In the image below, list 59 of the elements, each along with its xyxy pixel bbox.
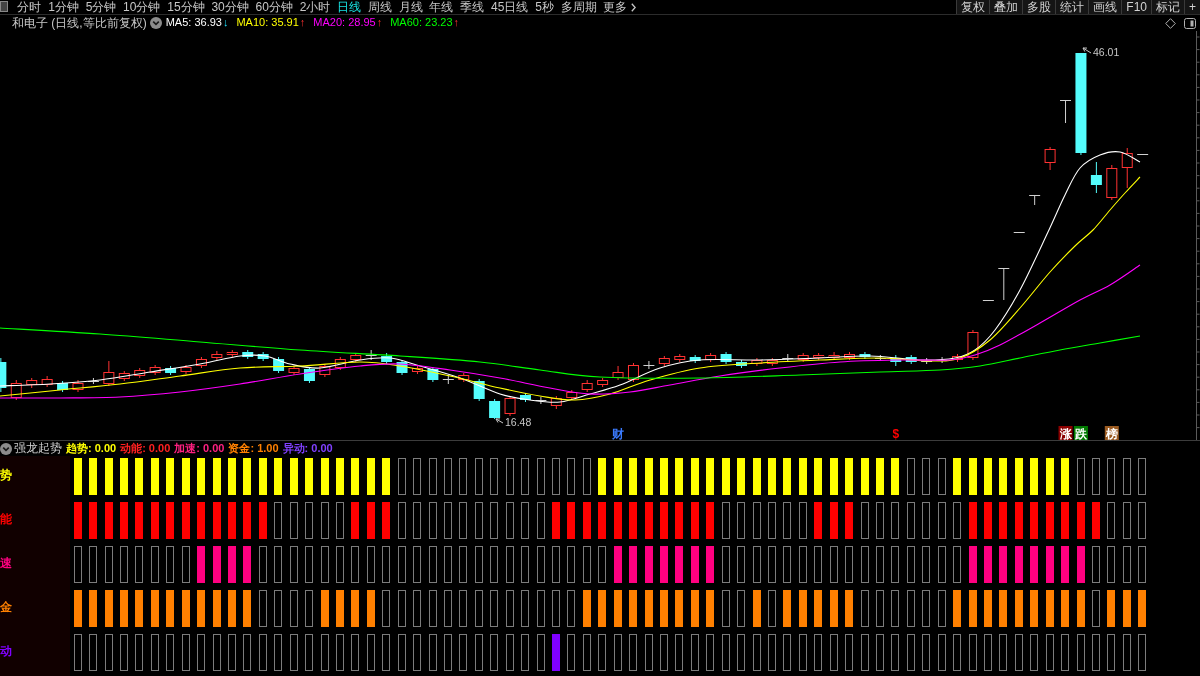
legend-value: 资金: 1.00 — [228, 441, 279, 456]
toolbar-button[interactable]: 统计 — [1055, 0, 1089, 14]
period-tab[interactable]: 年线 — [426, 0, 457, 14]
period-tab[interactable]: 季线 — [456, 0, 488, 14]
period-tab[interactable]: 10分钟 — [119, 0, 164, 14]
period-tab[interactable]: 2小时 — [296, 0, 334, 14]
row-label: 势 — [0, 467, 12, 483]
diamond-icon[interactable] — [1165, 17, 1176, 29]
event-marker: 跌 — [1073, 426, 1088, 440]
toolbar-button[interactable]: 多股 — [1022, 0, 1056, 14]
period-tab[interactable]: 周线 — [364, 0, 396, 14]
leader-arrow — [495, 418, 504, 424]
leader-arrow — [1082, 47, 1092, 54]
toolbar-button[interactable]: 叠加 — [989, 0, 1023, 14]
event-marker: 涨 — [1058, 426, 1073, 440]
period-tab[interactable]: 日线 — [333, 0, 365, 14]
trend-arrow: ↑ — [299, 16, 306, 30]
price-label: 16.48 — [505, 416, 532, 428]
square-icon[interactable] — [0, 1, 8, 12]
period-tab[interactable]: 月线 — [395, 0, 427, 14]
period-tab[interactable]: 5秒 — [531, 0, 558, 14]
indicator-title: 强龙起势 — [14, 441, 62, 456]
panel-icon[interactable] — [1184, 17, 1196, 29]
row-label: 金 — [0, 599, 12, 615]
chevron-circle-icon[interactable] — [0, 442, 12, 455]
event-marker: 财 — [612, 427, 625, 440]
trend-arrow: ↑ — [453, 16, 460, 30]
price-label: 46.01 — [1093, 46, 1120, 58]
row-label: 动 — [0, 643, 12, 659]
trend-arrow: ↓ — [222, 16, 229, 30]
period-tab[interactable]: 45日线 — [487, 0, 532, 14]
toolbar-button[interactable]: F10 — [1121, 0, 1151, 14]
legend-value: 加速: 0.00 — [174, 441, 225, 456]
period-tab[interactable]: 1分钟 — [44, 0, 83, 14]
toolbar-button[interactable]: 标记 — [1151, 0, 1184, 14]
period-tab[interactable]: 多周期 — [557, 0, 601, 14]
period-tab[interactable]: 15分钟 — [163, 0, 208, 14]
event-marker: $ — [892, 427, 900, 440]
moving-average-value: MA5: 36.93 — [165, 16, 222, 30]
legend-value: 动能: 0.00 — [120, 441, 171, 456]
trend-arrow: ↑ — [376, 16, 383, 30]
event-marker: 榜 — [1104, 426, 1119, 440]
period-tab[interactable]: 分时 — [14, 0, 45, 14]
legend-value: 趋势: 0.00 — [66, 441, 117, 456]
moving-average-value: MA60: 23.23 — [390, 16, 453, 30]
period-tab[interactable]: 更多 — [600, 0, 640, 14]
toolbar-button[interactable]: 复权 — [956, 0, 990, 14]
toolbar-button[interactable]: 画线 — [1088, 0, 1122, 14]
row-label: 能 — [0, 511, 12, 527]
period-tab[interactable]: 5分钟 — [82, 0, 120, 14]
moving-average-value: MA10: 35.91 — [236, 16, 299, 30]
chart-title: 和电子 (日线,等比前复权) — [11, 15, 147, 31]
chevron-right-icon — [631, 2, 637, 12]
period-tab[interactable]: 30分钟 — [208, 0, 253, 14]
chevron-circle-icon[interactable] — [149, 17, 162, 29]
row-label: 速 — [0, 555, 12, 571]
period-tab[interactable]: 60分钟 — [252, 0, 297, 14]
moving-average-value: MA20: 28.95 — [313, 16, 376, 30]
legend-value: 异动: 0.00 — [282, 441, 333, 456]
